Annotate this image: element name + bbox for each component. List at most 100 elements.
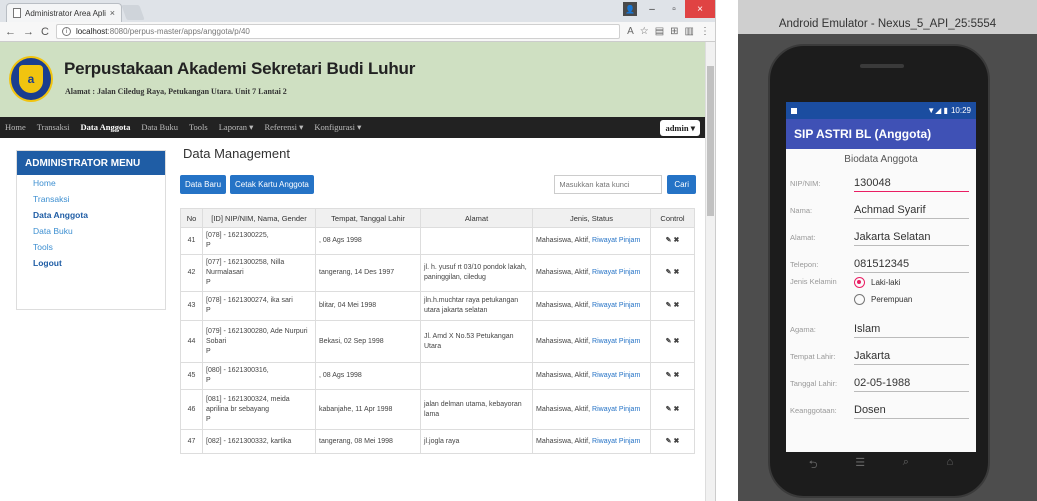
nav-item[interactable]: Home xyxy=(5,122,26,133)
sidebar-item[interactable]: Tools xyxy=(17,239,165,255)
field-input[interactable]: Jakarta xyxy=(854,350,969,365)
field-input[interactable]: 02-05-1988 xyxy=(854,377,969,392)
user-icon[interactable]: 👤 xyxy=(623,2,637,16)
loan-history-link[interactable]: Riwayat Pinjam xyxy=(592,338,640,345)
radio-button[interactable] xyxy=(854,277,865,288)
menu-key-icon[interactable]: ☰ xyxy=(855,456,865,475)
browser-tab[interactable]: Administrator Area Aplik × xyxy=(6,3,122,22)
loan-history-link[interactable]: Riwayat Pinjam xyxy=(592,438,640,445)
row-number: 43 xyxy=(180,291,203,321)
edit-icon[interactable]: ✎ xyxy=(666,237,672,244)
info-icon[interactable]: i xyxy=(61,27,71,36)
url-path: :8080/perpus-master/apps/anggota/p/40 xyxy=(107,27,250,36)
edit-icon[interactable]: ✎ xyxy=(666,338,672,345)
loan-history-link[interactable]: Riwayat Pinjam xyxy=(592,302,640,309)
edit-icon[interactable]: ✎ xyxy=(666,372,672,379)
sidebar-item[interactable]: Transaksi xyxy=(17,191,165,207)
member-gender: P xyxy=(206,307,211,314)
maximize-button[interactable]: ▫ xyxy=(663,0,685,18)
table-header-cell: Alamat xyxy=(420,208,533,228)
radio-button[interactable] xyxy=(854,294,865,305)
delete-icon[interactable]: ✖ xyxy=(673,406,679,413)
delete-icon[interactable]: ✖ xyxy=(673,269,679,276)
gender-option[interactable]: Perempuan xyxy=(854,294,912,305)
status-text: Mahasiswa, Aktif, xyxy=(536,337,593,345)
field-input[interactable]: Achmad Syarif xyxy=(854,204,969,219)
status-text: Mahasiswa, Aktif, xyxy=(536,302,593,309)
reload-icon[interactable]: C xyxy=(41,26,49,38)
status-text: Mahasiswa, Aktif, xyxy=(536,237,593,244)
status-bar: ▼◢ ▮ 10:29 xyxy=(786,102,976,119)
search-button[interactable]: Cari xyxy=(667,175,696,194)
toolbar: Data Baru Cetak Kartu Anggota Cari xyxy=(180,175,696,194)
form-row: Nama: Achmad Syarif xyxy=(786,192,976,219)
sidebar-item[interactable]: Data Anggota xyxy=(17,207,165,223)
field-input[interactable]: Dosen xyxy=(854,404,969,419)
new-data-button[interactable]: Data Baru xyxy=(180,175,227,194)
nav-item[interactable]: Data Buku xyxy=(141,122,178,133)
edit-icon[interactable]: ✎ xyxy=(666,438,672,445)
member-address: jl.jogla raya xyxy=(420,429,533,454)
extension-icon[interactable]: A xyxy=(627,26,634,37)
loan-history-link[interactable]: Riwayat Pinjam xyxy=(592,269,640,276)
loan-history-link[interactable]: Riwayat Pinjam xyxy=(592,406,640,413)
back-key-icon[interactable]: ⮌ xyxy=(809,456,818,475)
nav-item[interactable]: Laporan ▾ xyxy=(219,122,254,133)
app-bar-title: SIP ASTRI BL (Anggota) xyxy=(786,119,976,149)
scrollbar-thumb[interactable] xyxy=(707,66,714,216)
extension-icon[interactable]: ▥ xyxy=(685,26,694,37)
admin-dropdown-button[interactable]: admin ▾ xyxy=(660,120,700,136)
edit-icon[interactable]: ✎ xyxy=(666,406,672,413)
field-input[interactable]: 130048 xyxy=(854,177,969,192)
loan-history-link[interactable]: Riwayat Pinjam xyxy=(592,237,640,244)
edit-icon[interactable]: ✎ xyxy=(666,269,672,276)
search-key-icon[interactable]: ⌕ xyxy=(903,456,909,475)
sidebar-item[interactable]: Data Buku xyxy=(17,223,165,239)
home-key-icon[interactable]: ⌂ xyxy=(946,456,953,475)
page-scrollbar[interactable] xyxy=(705,42,715,501)
delete-icon[interactable]: ✖ xyxy=(673,372,679,379)
url-host: localhost xyxy=(75,27,108,36)
forward-icon[interactable]: → xyxy=(23,26,34,38)
member-id-name-cell: [079] - 1621300280, Ade Nurpuri Sobari P xyxy=(202,320,316,363)
member-address: Jl. Amd X No.53 Petukangan Utara xyxy=(420,320,533,363)
sidebar-item[interactable]: Home xyxy=(17,175,165,191)
delete-icon[interactable]: ✖ xyxy=(673,302,679,309)
member-id-name: [080] - 1621300316, xyxy=(206,367,269,374)
birth-place-date: kabanjahe, 11 Apr 1998 xyxy=(315,389,421,430)
nav-item[interactable]: Transaksi xyxy=(37,122,70,133)
edit-icon[interactable]: ✎ xyxy=(666,302,672,309)
extension-icon[interactable]: ☆ xyxy=(640,26,649,37)
minimize-button[interactable]: – xyxy=(641,0,663,18)
extension-icons: A ☆ ▤ ⊞ ▥ ⋮ xyxy=(627,26,710,37)
extension-icon[interactable]: ▤ xyxy=(655,26,664,37)
new-tab-button[interactable] xyxy=(121,5,145,20)
nav-item[interactable]: Konfigurasi ▾ xyxy=(314,122,361,133)
row-number: 47 xyxy=(180,429,203,454)
delete-icon[interactable]: ✖ xyxy=(673,438,679,445)
extension-icon[interactable]: ⋮ xyxy=(700,26,710,37)
extension-icon[interactable]: ⊞ xyxy=(670,26,678,37)
form-row: Tempat Lahir: Jakarta xyxy=(786,338,976,365)
url-input[interactable]: i localhost:8080/perpus-master/apps/angg… xyxy=(55,24,621,39)
site-logo: a xyxy=(9,56,53,102)
back-icon[interactable]: ← xyxy=(5,26,16,38)
print-card-button[interactable]: Cetak Kartu Anggota xyxy=(230,175,314,194)
nav-item[interactable]: Tools xyxy=(189,122,208,133)
tab-close-icon[interactable]: × xyxy=(110,8,115,18)
nav-item[interactable]: Referensi ▾ xyxy=(264,122,303,133)
status-text: Mahasiswa, Aktif, xyxy=(536,437,593,445)
loan-history-link[interactable]: Riwayat Pinjam xyxy=(592,372,640,379)
field-input[interactable]: Islam xyxy=(854,323,969,338)
field-input[interactable]: 081512345 xyxy=(854,258,969,273)
nav-item[interactable]: Data Anggota xyxy=(81,122,131,133)
row-controls: ✎ ✖ xyxy=(650,291,695,321)
delete-icon[interactable]: ✖ xyxy=(673,338,679,345)
row-number: 44 xyxy=(180,320,203,363)
search-input[interactable] xyxy=(554,175,663,194)
gender-option[interactable]: Laki-laki xyxy=(854,277,912,288)
delete-icon[interactable]: ✖ xyxy=(673,237,679,244)
sidebar-item[interactable]: Logout xyxy=(17,255,165,271)
close-window-button[interactable]: × xyxy=(685,0,715,18)
field-input[interactable]: Jakarta Selatan xyxy=(854,231,969,246)
